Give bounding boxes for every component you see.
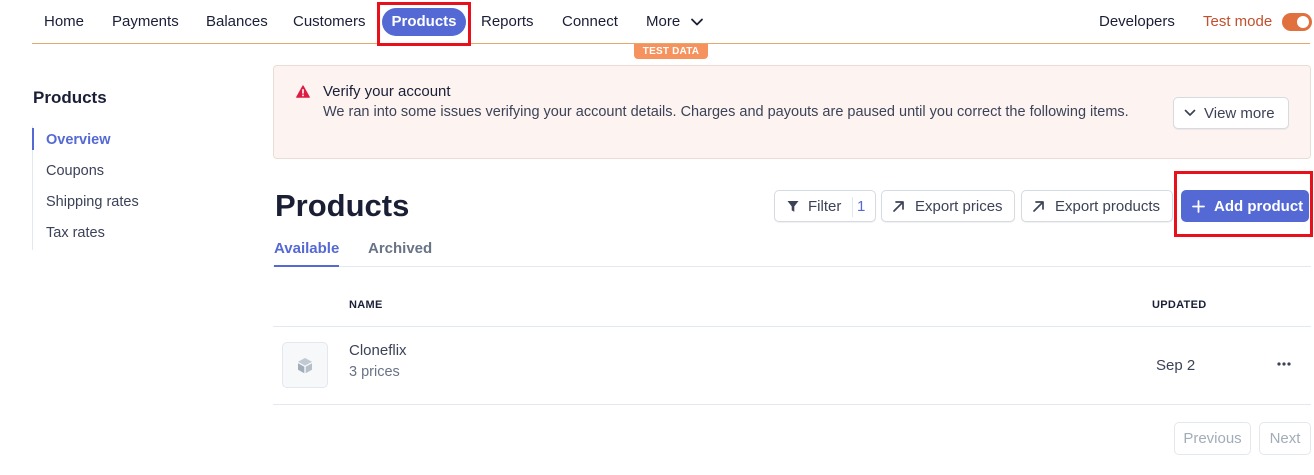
verify-account-alert: Verify your account We ran into some iss…: [273, 65, 1311, 159]
nav-balances[interactable]: Balances: [206, 0, 268, 44]
app-root: Home Payments Balances Customers Product…: [0, 0, 1314, 475]
filter-icon: [787, 200, 799, 212]
chevron-down-icon: [691, 18, 704, 26]
product-thumbnail: [282, 342, 328, 388]
column-header-name[interactable]: NAME: [349, 299, 383, 311]
filter-count-badge: 1: [857, 198, 866, 215]
nav-more[interactable]: More: [646, 0, 704, 44]
top-nav: Home Payments Balances Customers Product…: [0, 0, 1314, 59]
product-price-count: 3 prices: [349, 364, 400, 380]
nav-connect[interactable]: Connect: [562, 0, 618, 44]
table-row-divider: [273, 404, 1311, 405]
filter-divider: [852, 197, 853, 217]
product-updated-date: Sep 2: [1156, 357, 1196, 374]
product-name[interactable]: Cloneflix: [349, 342, 407, 359]
filter-button[interactable]: Filter 1: [774, 190, 876, 222]
test-mode-toggle[interactable]: [1282, 13, 1312, 31]
nav-customers[interactable]: Customers: [293, 0, 366, 44]
product-tabs: Available Archived: [273, 236, 1311, 267]
alert-body: We ran into some issues verifying your a…: [323, 104, 1129, 120]
row-actions-menu[interactable]: [1273, 355, 1295, 373]
column-header-updated[interactable]: UPDATED: [1152, 299, 1206, 311]
export-products-label: Export products: [1055, 197, 1161, 215]
nav-more-label: More: [646, 13, 681, 30]
test-mode-label: Test mode: [1203, 13, 1273, 30]
page-title: Products: [275, 188, 410, 223]
sidebar-item-tax-rates[interactable]: Tax rates: [33, 219, 212, 250]
add-product-label: Add product: [1214, 197, 1304, 215]
tab-available[interactable]: Available: [274, 240, 340, 267]
product-box-icon: [298, 357, 312, 373]
sidebar-nav: Overview Coupons Shipping rates Tax rate…: [32, 126, 212, 250]
nav-reports[interactable]: Reports: [481, 0, 534, 44]
next-page-button[interactable]: Next: [1259, 422, 1311, 455]
export-products-button[interactable]: Export products: [1021, 190, 1173, 222]
arrow-up-right-icon: [1033, 200, 1044, 212]
previous-page-button[interactable]: Previous: [1174, 422, 1251, 455]
nav-payments[interactable]: Payments: [112, 0, 179, 44]
more-horizontal-icon: [1277, 362, 1291, 366]
test-data-badge: TEST DATA: [634, 44, 708, 59]
toggle-knob: [1297, 16, 1309, 28]
export-prices-button[interactable]: Export prices: [881, 190, 1015, 222]
plus-icon: [1192, 199, 1205, 213]
sidebar-item-coupons[interactable]: Coupons: [33, 157, 212, 188]
view-more-button[interactable]: View more: [1173, 97, 1289, 129]
chevron-down-icon: [1184, 109, 1196, 116]
sidebar-title: Products: [33, 88, 107, 107]
add-product-button[interactable]: Add product: [1181, 190, 1309, 222]
table-header-divider: [273, 326, 1311, 327]
nav-developers[interactable]: Developers: [1099, 0, 1175, 44]
nav-home[interactable]: Home: [44, 0, 84, 44]
sidebar-item-overview[interactable]: Overview: [32, 126, 212, 157]
sidebar-item-shipping-rates[interactable]: Shipping rates: [33, 188, 212, 219]
nav-products[interactable]: Products: [382, 8, 466, 36]
warning-icon: [296, 85, 310, 98]
filter-label: Filter: [808, 197, 842, 215]
tab-archived[interactable]: Archived: [368, 240, 432, 257]
arrow-up-right-icon: [893, 200, 904, 212]
alert-title: Verify your account: [323, 83, 451, 100]
export-prices-label: Export prices: [915, 197, 1003, 215]
view-more-label: View more: [1204, 104, 1275, 122]
